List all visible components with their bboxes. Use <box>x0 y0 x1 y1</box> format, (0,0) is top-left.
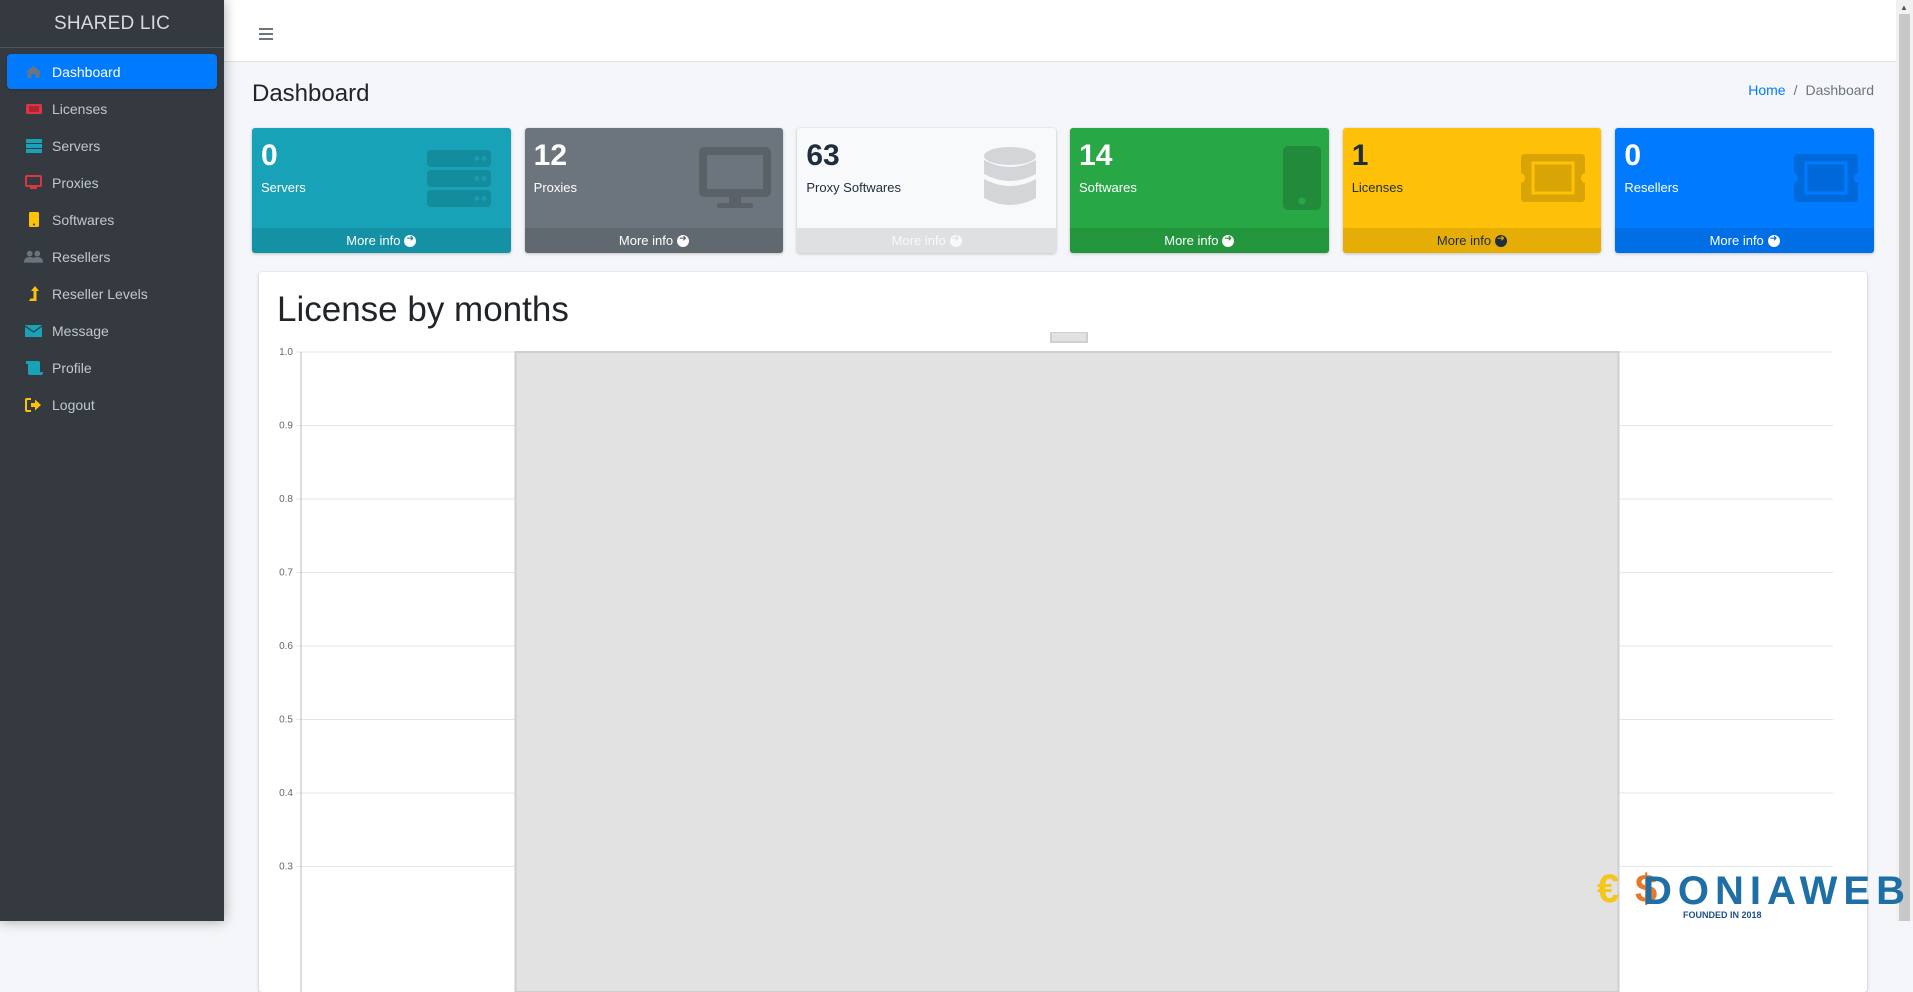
vertical-scrollbar[interactable]: ▲ <box>1896 0 1913 921</box>
more-info-link[interactable]: More info <box>797 228 1056 253</box>
y-tick-label: 0.7 <box>279 568 293 579</box>
level-up-icon <box>24 286 43 302</box>
stat-box-resellers: 0 Resellers More info <box>1615 128 1874 253</box>
sidebar-item-label: Profile <box>52 360 92 376</box>
main-content: Dashboard Home / Dashboard 0 Servers More … <box>224 62 1896 921</box>
envelope-icon <box>24 323 43 339</box>
sidebar-item-softwares[interactable]: Softwares <box>7 202 217 237</box>
more-info-link[interactable]: More info <box>1070 228 1329 253</box>
more-info-link[interactable]: More info <box>252 228 511 253</box>
sidebar-item-reseller-levels[interactable]: Reseller Levels <box>7 276 217 311</box>
home-icon <box>24 64 43 80</box>
desktop-icon <box>24 175 43 191</box>
mobile-icon <box>24 212 43 228</box>
stat-boxes: 0 Servers More info 12 Proxies More info… <box>252 128 1874 253</box>
breadcrumb-current: Dashboard <box>1806 82 1875 98</box>
sidebar-item-profile[interactable]: Profile <box>7 350 217 385</box>
menu-toggle-icon[interactable] <box>259 28 273 43</box>
sign-out-icon <box>24 397 43 413</box>
more-info-link[interactable]: More info <box>525 228 784 253</box>
server-icon <box>24 138 43 154</box>
sidebar-item-label: Proxies <box>52 175 99 191</box>
y-tick-label: 0.3 <box>279 862 293 873</box>
y-tick-label: 0.6 <box>279 641 293 652</box>
ticket-icon <box>24 101 43 117</box>
sidebar-item-logout[interactable]: Logout <box>7 387 217 422</box>
breadcrumb: Home / Dashboard <box>1748 82 1874 98</box>
sidebar-item-servers[interactable]: Servers <box>7 128 217 163</box>
scrollbar-thumb[interactable] <box>1899 14 1910 921</box>
y-tick-label: 0.4 <box>279 788 293 799</box>
scroll-up-icon[interactable]: ▲ <box>1900 3 1908 12</box>
y-tick-label: 0.5 <box>279 715 293 726</box>
arrow-circle-right-icon <box>1495 235 1507 247</box>
watermark-subtext: FOUNDED IN 2018 <box>1683 910 1762 920</box>
bar <box>515 352 1618 992</box>
arrow-circle-right-icon <box>1768 235 1780 247</box>
sidebar-item-label: Servers <box>52 138 100 154</box>
sidebar-item-proxies[interactable]: Proxies <box>7 165 217 200</box>
arrow-circle-right-icon <box>950 235 962 247</box>
stat-box-proxy-softwares: 63 Proxy Softwares More info <box>797 128 1056 253</box>
sidebar-item-label: Dashboard <box>52 64 121 80</box>
sidebar-item-dashboard[interactable]: Dashboard <box>7 54 217 89</box>
y-tick-label: 0.8 <box>279 494 293 505</box>
legend-swatch <box>1051 332 1087 342</box>
euro-icon: € <box>1597 867 1619 911</box>
ticket-icon <box>1517 146 1589 210</box>
sidebar-item-label: Logout <box>52 397 95 413</box>
sidebar-item-label: Licenses <box>52 101 107 117</box>
sidebar-item-label: Softwares <box>52 212 114 228</box>
stat-box-softwares: 14 Softwares More info <box>1070 128 1329 253</box>
top-navbar <box>224 0 1913 62</box>
page-title: Dashboard <box>252 80 369 108</box>
sidebar: SHARED LIC Dashboard Licenses Servers Pr… <box>0 0 224 921</box>
server-icon <box>427 146 499 210</box>
arrow-circle-right-icon <box>404 235 416 247</box>
stat-box-licenses: 1 Licenses More info <box>1343 128 1602 253</box>
sidebar-item-message[interactable]: Message <box>7 313 217 348</box>
y-tick-label: 1.0 <box>279 347 293 358</box>
sidebar-nav: Dashboard Licenses Servers Proxies Softw… <box>0 48 224 430</box>
card-title: License by months <box>277 290 569 330</box>
sidebar-item-label: Resellers <box>52 249 110 265</box>
breadcrumb-separator: / <box>1794 82 1798 98</box>
sidebar-item-resellers[interactable]: Resellers <box>7 239 217 274</box>
y-tick-label: 0.9 <box>279 421 293 432</box>
sidebar-item-label: Reseller Levels <box>52 286 148 302</box>
database-icon <box>974 146 1046 210</box>
arrow-circle-right-icon <box>1222 235 1234 247</box>
users-icon <box>24 249 43 265</box>
more-info-link[interactable]: More info <box>1615 228 1874 253</box>
watermark-logo: € $ DONIAWEB FOUNDED IN 2018 <box>1595 858 1910 921</box>
stat-box-proxies: 12 Proxies More info <box>525 128 784 253</box>
desktop-icon <box>699 146 771 210</box>
scroll-icon <box>24 360 43 376</box>
more-info-link[interactable]: More info <box>1343 228 1602 253</box>
watermark-text: DONIAWEB <box>1643 869 1905 913</box>
sidebar-item-licenses[interactable]: Licenses <box>7 91 217 126</box>
brand-logo[interactable]: SHARED LIC <box>0 0 224 48</box>
ticket-icon <box>1790 146 1862 210</box>
mobile-icon <box>1257 146 1329 210</box>
arrow-circle-right-icon <box>677 235 689 247</box>
sidebar-item-label: Message <box>52 323 109 339</box>
breadcrumb-home-link[interactable]: Home <box>1748 82 1785 98</box>
stat-box-servers: 0 Servers More info <box>252 128 511 253</box>
